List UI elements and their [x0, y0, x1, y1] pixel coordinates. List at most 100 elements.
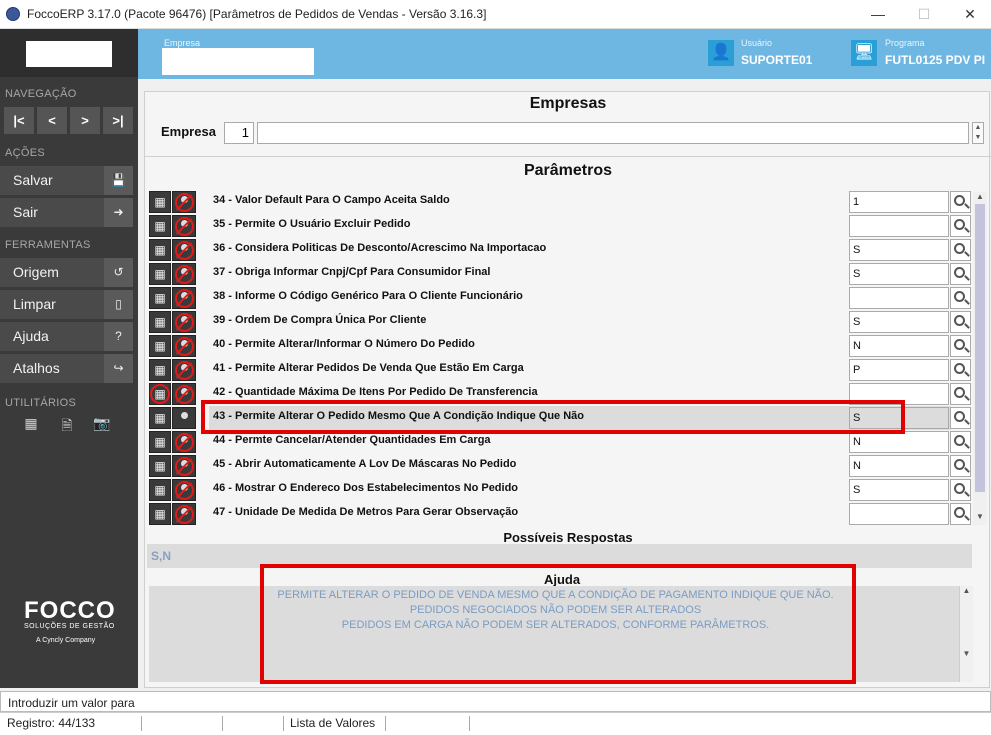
scroll-thumb[interactable] — [975, 204, 985, 492]
parametro-row[interactable]: ▦ 38 - Informe O Código Genérico Para O C… — [149, 286, 971, 310]
programa-label: Programa — [885, 38, 925, 48]
empresa-spinner[interactable]: ▲ ▼ — [972, 122, 984, 144]
search-icon-handle — [964, 251, 970, 257]
calendar-icon[interactable]: ▦ — [149, 431, 171, 453]
user-restricted-icon[interactable] — [172, 383, 196, 405]
empresa-code-input[interactable]: 1 — [224, 122, 254, 144]
lov-search-button[interactable] — [950, 407, 971, 429]
last-record-button[interactable]: >| — [103, 107, 133, 134]
status-message: Introduzir um valor para — [8, 696, 135, 710]
scroll-up-arrow[interactable]: ▲ — [973, 192, 987, 204]
parametro-value-input[interactable]: N — [849, 431, 949, 453]
parametro-row[interactable]: ▦ 34 - Valor Default Para O Campo Aceita … — [149, 190, 971, 214]
calendar-icon[interactable]: ▦ — [149, 215, 171, 237]
lov-search-button[interactable] — [950, 455, 971, 477]
sair-label: Sair — [13, 204, 38, 220]
next-record-button[interactable]: > — [70, 107, 100, 134]
user-restricted-icon[interactable] — [172, 455, 196, 477]
section-ferramentas: FERRAMENTAS — [5, 239, 91, 251]
parametro-row[interactable]: ▦ 40 - Permite Alterar/Informar O Número … — [149, 334, 971, 358]
excel-icon[interactable]: 🗎 — [57, 415, 77, 435]
user-restricted-icon[interactable] — [172, 311, 196, 333]
search-icon-handle — [964, 443, 970, 449]
atalhos-button[interactable]: Atalhos ↪ — [0, 354, 133, 383]
parametro-label: 44 - Permte Cancelar/Atender Quantidades… — [213, 434, 491, 446]
lov-search-button[interactable] — [950, 359, 971, 381]
limpar-button[interactable]: Limpar ▯ — [0, 290, 133, 319]
previous-record-button[interactable]: < — [37, 107, 67, 134]
calendar-icon[interactable]: ▦ — [149, 335, 171, 357]
user-restricted-icon[interactable] — [172, 335, 196, 357]
camera-icon[interactable]: 📷 — [92, 415, 112, 435]
user-restricted-icon[interactable] — [172, 191, 196, 213]
parametro-label: 35 - Permite O Usuário Excluir Pedido — [213, 218, 411, 230]
calendar-icon[interactable]: ▦ — [149, 311, 171, 333]
parametro-row[interactable]: ▦ 45 - Abrir Automaticamente A Lov De Más… — [149, 454, 971, 478]
parametro-value-input[interactable]: S — [849, 239, 949, 261]
user-restricted-icon[interactable] — [172, 239, 196, 261]
lov-search-button[interactable] — [950, 239, 971, 261]
lov-search-button[interactable] — [950, 335, 971, 357]
salvar-button[interactable]: Salvar 💾 — [0, 166, 133, 195]
parametro-value-input[interactable] — [849, 503, 949, 525]
ajuda-scrollbar[interactable]: ▲ ▼ — [959, 586, 973, 682]
parametro-row[interactable]: ▦ 39 - Ordem De Compra Única Por Cliente S — [149, 310, 971, 334]
lov-search-button[interactable] — [950, 311, 971, 333]
calendar-icon[interactable]: ▦ — [149, 455, 171, 477]
calculator-icon[interactable]: ▦ — [21, 415, 41, 435]
calendar-icon[interactable]: ▦ — [149, 359, 171, 381]
user-restricted-icon[interactable] — [172, 359, 196, 381]
parametro-row[interactable]: ▦ 46 - Mostrar O Endereco Dos Estabelecim… — [149, 478, 971, 502]
calendar-icon[interactable]: ▦ — [149, 287, 171, 309]
maximize-button[interactable]: ☐ — [909, 4, 939, 24]
parametro-value-input[interactable]: S — [849, 311, 949, 333]
lov-search-button[interactable] — [950, 479, 971, 501]
user-restricted-icon[interactable] — [172, 287, 196, 309]
user-restricted-icon[interactable] — [172, 479, 196, 501]
calendar-icon[interactable]: ▦ — [149, 383, 171, 405]
calendar-icon[interactable]: ▦ — [149, 239, 171, 261]
ajuda-button[interactable]: Ajuda ? — [0, 322, 133, 351]
lov-search-button[interactable] — [950, 383, 971, 405]
user-restricted-icon[interactable] — [172, 407, 196, 429]
empresa-name-input[interactable] — [257, 122, 969, 144]
lov-search-button[interactable] — [950, 431, 971, 453]
parametro-value-input[interactable]: 1 — [849, 191, 949, 213]
calendar-icon[interactable]: ▦ — [149, 407, 171, 429]
lov-search-button[interactable] — [950, 215, 971, 237]
first-record-button[interactable]: |< — [4, 107, 34, 134]
user-restricted-icon[interactable] — [172, 215, 196, 237]
parametro-row[interactable]: ▦ 37 - Obriga Informar Cnpj/Cpf Para Cons… — [149, 262, 971, 286]
close-button[interactable]: ✕ — [955, 4, 985, 24]
lov-search-button[interactable] — [950, 191, 971, 213]
parametros-scrollbar[interactable]: ▲ ▼ — [973, 192, 987, 525]
parametro-value-input[interactable]: P — [849, 359, 949, 381]
parametro-value-input[interactable]: N — [849, 335, 949, 357]
sair-button[interactable]: Sair ➜ — [0, 198, 133, 227]
parametro-value-input[interactable] — [849, 287, 949, 309]
lov-search-button[interactable] — [950, 503, 971, 525]
parametro-value-input[interactable]: S — [849, 263, 949, 285]
minimize-button[interactable]: — — [863, 4, 893, 24]
calendar-icon[interactable]: ▦ — [149, 479, 171, 501]
origem-button[interactable]: Origem ↺ — [0, 258, 133, 287]
parametro-row[interactable]: ▦ 36 - Considera Politicas De Desconto/Ac… — [149, 238, 971, 262]
user-restricted-icon[interactable] — [172, 503, 196, 525]
parametro-row[interactable]: ▦ 41 - Permite Alterar Pedidos De Venda Q… — [149, 358, 971, 382]
scroll-down-arrow[interactable]: ▼ — [973, 512, 987, 524]
calendar-icon[interactable]: ▦ — [149, 191, 171, 213]
parametro-row[interactable]: ▦ 47 - Unidade De Medida De Metros Para G… — [149, 502, 971, 526]
user-restricted-icon[interactable] — [172, 263, 196, 285]
parametro-value-input[interactable] — [849, 215, 949, 237]
lov-search-button[interactable] — [950, 263, 971, 285]
calendar-icon[interactable]: ▦ — [149, 263, 171, 285]
parametro-row[interactable]: ▦ 35 - Permite O Usuário Excluir Pedido — [149, 214, 971, 238]
highlight-box-row43 — [201, 400, 905, 434]
calendar-icon[interactable]: ▦ — [149, 503, 171, 525]
parametro-value-input[interactable]: S — [849, 479, 949, 501]
lov-search-button[interactable] — [950, 287, 971, 309]
parametro-value-input[interactable]: N — [849, 455, 949, 477]
atalhos-label: Atalhos — [13, 360, 60, 376]
parametro-label: 47 - Unidade De Medida De Metros Para Ge… — [213, 506, 519, 518]
user-restricted-icon[interactable] — [172, 431, 196, 453]
